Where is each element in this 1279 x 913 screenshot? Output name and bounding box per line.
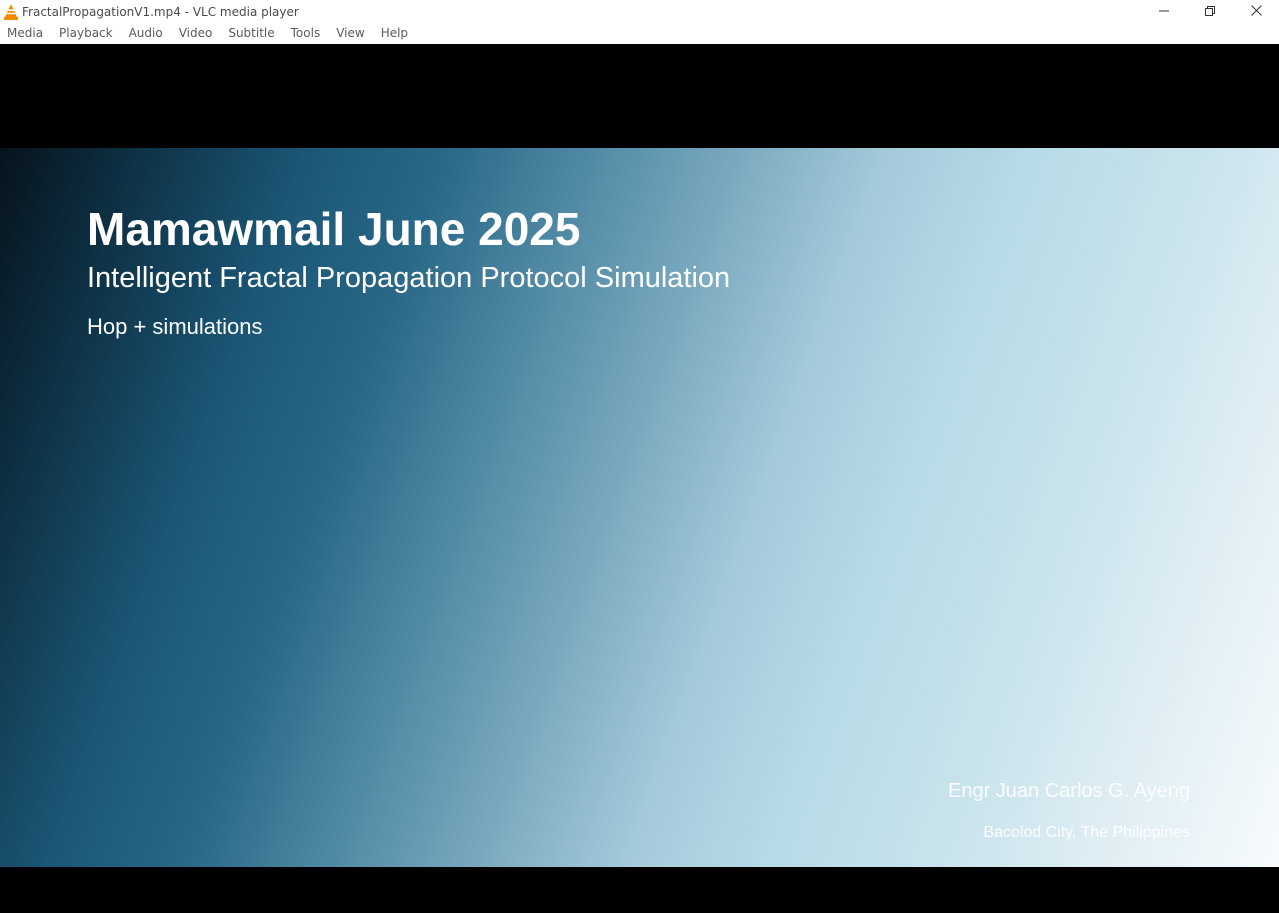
minimize-button[interactable] <box>1141 0 1187 23</box>
menu-bar: Media Playback Audio Video Subtitle Tool… <box>0 23 1279 44</box>
menu-media[interactable]: Media <box>0 23 51 44</box>
menu-view[interactable]: View <box>329 23 372 44</box>
window-controls <box>1141 0 1279 23</box>
vlc-window: FractalPropagationV1.mp4 - VLC media pla… <box>0 0 1279 913</box>
minimize-icon <box>1159 3 1169 21</box>
menu-audio[interactable]: Audio <box>122 23 171 44</box>
menu-video[interactable]: Video <box>172 23 221 44</box>
menu-help[interactable]: Help <box>374 23 416 44</box>
video-output[interactable]: Mamawmail June 2025 Intelligent Fractal … <box>0 44 1279 913</box>
window-title: FractalPropagationV1.mp4 - VLC media pla… <box>22 4 299 19</box>
slide-location: Bacolod City, The Philippines <box>983 824 1190 841</box>
menu-subtitle[interactable]: Subtitle <box>221 23 282 44</box>
title-bar[interactable]: FractalPropagationV1.mp4 - VLC media pla… <box>0 0 1279 23</box>
menu-tools[interactable]: Tools <box>284 23 329 44</box>
slide-subtitle: Intelligent Fractal Propagation Protocol… <box>87 262 731 294</box>
vlc-cone-icon <box>2 0 20 23</box>
slide-author: Engr Juan Carlos G. Ayeng <box>948 780 1190 802</box>
slide-tagline: Hop + simulations <box>87 314 263 339</box>
restore-button[interactable] <box>1187 0 1233 23</box>
slide-title: Mamawmail June 2025 <box>87 203 581 255</box>
menu-playback[interactable]: Playback <box>52 23 121 44</box>
video-frame: Mamawmail June 2025 Intelligent Fractal … <box>0 148 1279 867</box>
close-icon <box>1250 3 1262 21</box>
restore-icon <box>1205 3 1215 21</box>
close-button[interactable] <box>1233 0 1279 23</box>
